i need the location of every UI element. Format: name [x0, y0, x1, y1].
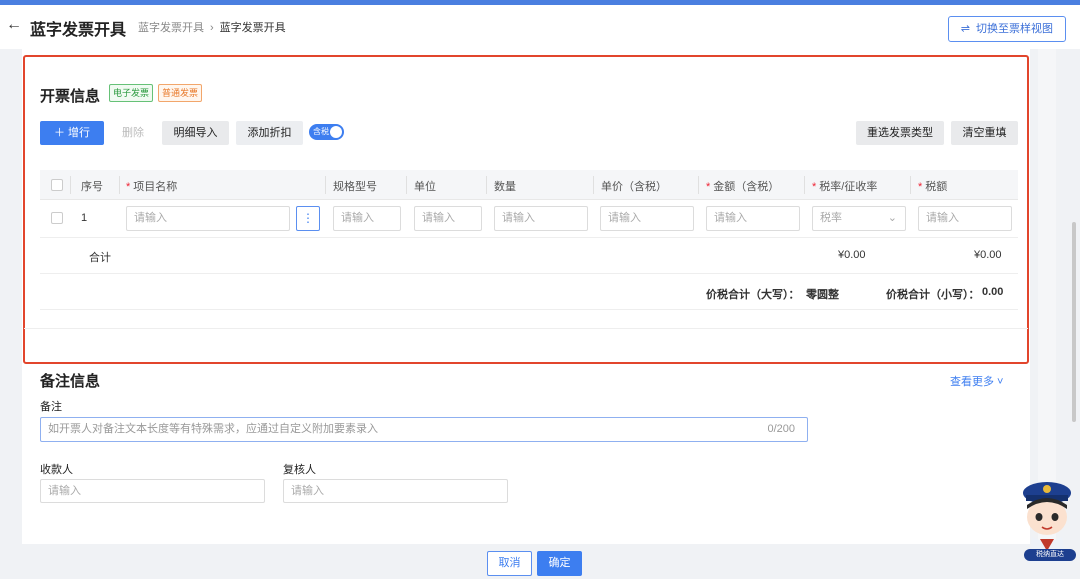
ordinary-invoice-tag: 普通发票 [158, 84, 203, 102]
col-unit-price: 单价（含税） [601, 181, 667, 193]
column-divider [593, 176, 594, 194]
electronic-invoice-tag: 电子发票 [109, 84, 154, 102]
column-divider [910, 176, 911, 194]
reselect-type-button[interactable]: 重选发票类型 [856, 121, 944, 145]
sum-amount: ¥0.00 [838, 249, 866, 261]
row-index: 1 [81, 212, 88, 224]
cancel-button[interactable]: 取消 [487, 551, 532, 576]
tax-rate-placeholder: 税率 [820, 212, 842, 224]
chevron-down-icon: ˅ [994, 376, 1004, 388]
view-more-link[interactable]: 查看更多 ˅ [950, 373, 1003, 389]
more-options-icon[interactable]: ⋮ [296, 206, 320, 231]
divider [40, 273, 1018, 274]
unit-price-input[interactable]: 请输入 [600, 206, 694, 231]
remark-counter: 0/200 [767, 423, 795, 435]
col-index: 序号 [81, 181, 103, 193]
add-discount-button[interactable]: 添加折扣 [236, 121, 303, 145]
tax-amount-input[interactable]: 请输入 [918, 206, 1012, 231]
page-title: 蓝字发票开具 [30, 22, 127, 39]
payee-input[interactable]: 请输入 [40, 479, 265, 503]
arrow-left-icon[interactable]: ← [6, 16, 22, 34]
remarks-title: 备注信息 [40, 373, 101, 390]
breadcrumb-item[interactable]: 蓝字发票开具 [138, 22, 204, 34]
divider [40, 309, 1018, 310]
import-details-button[interactable]: 明细导入 [162, 121, 229, 145]
column-divider [119, 176, 120, 194]
add-row-button[interactable]: ＋ 增行 [40, 121, 104, 145]
col-amount: * 金额（含税） [706, 178, 779, 194]
switch-view-label: 切换至票样视图 [976, 23, 1053, 35]
invoice-info-title: 开票信息 [40, 88, 101, 105]
delete-button[interactable]: 删除 [112, 121, 154, 145]
item-name-input[interactable]: 请输入 [126, 206, 290, 231]
toggle-knob [330, 126, 342, 138]
reviewer-label: 复核人 [283, 464, 316, 476]
total-upper-value: 零圆整 [806, 289, 839, 301]
tax-included-toggle[interactable]: 含税 [309, 124, 344, 140]
select-all-checkbox[interactable] [51, 179, 63, 191]
column-divider [406, 176, 407, 194]
col-tax-rate: * 税率/征收率 [812, 178, 877, 194]
col-item-name: * 项目名称 [126, 178, 177, 194]
swap-icon: ⇌ [960, 23, 970, 35]
col-tax-amount: * 税额 [918, 178, 947, 194]
remark-textarea[interactable]: 如开票人对备注文本长度等有特殊需求，应通过自定义附加要素录入 0/200 [40, 417, 808, 442]
total-lower-value: 0.00 [982, 286, 1004, 298]
col-tax-rate-label: 税率/征收率 [819, 181, 878, 193]
column-divider [486, 176, 487, 194]
total-upper-label: 价税合计（大写）： [706, 289, 800, 301]
mascot-label: 税纳直达 [1024, 549, 1076, 561]
sum-label: 合计 [89, 252, 111, 264]
page-header: ← 蓝字发票开具 蓝字发票开具 › 蓝字发票开具 ⇌ 切换至票样视图 [0, 5, 1080, 49]
payee-label: 收款人 [40, 464, 73, 476]
column-divider [698, 176, 699, 194]
unit-input[interactable]: 请输入 [414, 206, 482, 231]
amount-input[interactable]: 请输入 [706, 206, 800, 231]
quantity-input[interactable]: 请输入 [494, 206, 588, 231]
add-row-label: 增行 [68, 127, 91, 139]
toggle-label: 含税 [313, 127, 329, 136]
col-quantity: 数量 [494, 181, 516, 193]
table-header: 序号 * 项目名称 规格型号 单位 数量 单价（含税） * 金额（含税） * 税率/征… [40, 170, 1018, 200]
chevron-right-icon: › [210, 22, 214, 34]
clear-refill-button[interactable]: 清空重填 [951, 121, 1018, 145]
confirm-button[interactable]: 确定 [537, 551, 582, 576]
side-panel [1038, 49, 1056, 544]
row-checkbox[interactable] [51, 212, 63, 224]
breadcrumb-current: 蓝字发票开具 [219, 22, 286, 34]
required-mark: * [706, 181, 711, 193]
reviewer-input[interactable]: 请输入 [283, 479, 508, 503]
column-divider [804, 176, 805, 194]
required-mark: * [918, 181, 923, 193]
divider [24, 328, 1028, 329]
remark-placeholder: 如开票人对备注文本长度等有特殊需求，应通过自定义附加要素录入 [48, 423, 378, 435]
col-spec: 规格型号 [333, 181, 377, 193]
tax-rate-select[interactable]: 税率 ⌄ [812, 206, 906, 231]
chevron-down-icon: ⌄ [887, 212, 897, 224]
col-tax-amount-label: 税额 [925, 181, 948, 193]
column-divider [70, 176, 71, 194]
required-mark: * [126, 181, 131, 193]
col-item-name-label: 项目名称 [133, 181, 178, 193]
view-more-label: 查看更多 [950, 376, 994, 388]
spec-input[interactable]: 请输入 [333, 206, 401, 231]
sum-tax: ¥0.00 [974, 249, 1002, 261]
required-mark: * [812, 181, 817, 193]
col-unit: 单位 [414, 181, 436, 193]
column-divider [325, 176, 326, 194]
plus-icon: ＋ [53, 127, 65, 139]
remark-label: 备注 [40, 401, 62, 413]
breadcrumb: 蓝字发票开具 › 蓝字发票开具 [138, 19, 286, 35]
scrollbar[interactable] [1072, 222, 1076, 422]
switch-view-button[interactable]: ⇌ 切换至票样视图 [947, 16, 1066, 42]
col-amount-label: 金额（含税） [713, 181, 780, 193]
total-lower-label: 价税合计（小写）： [886, 289, 980, 301]
